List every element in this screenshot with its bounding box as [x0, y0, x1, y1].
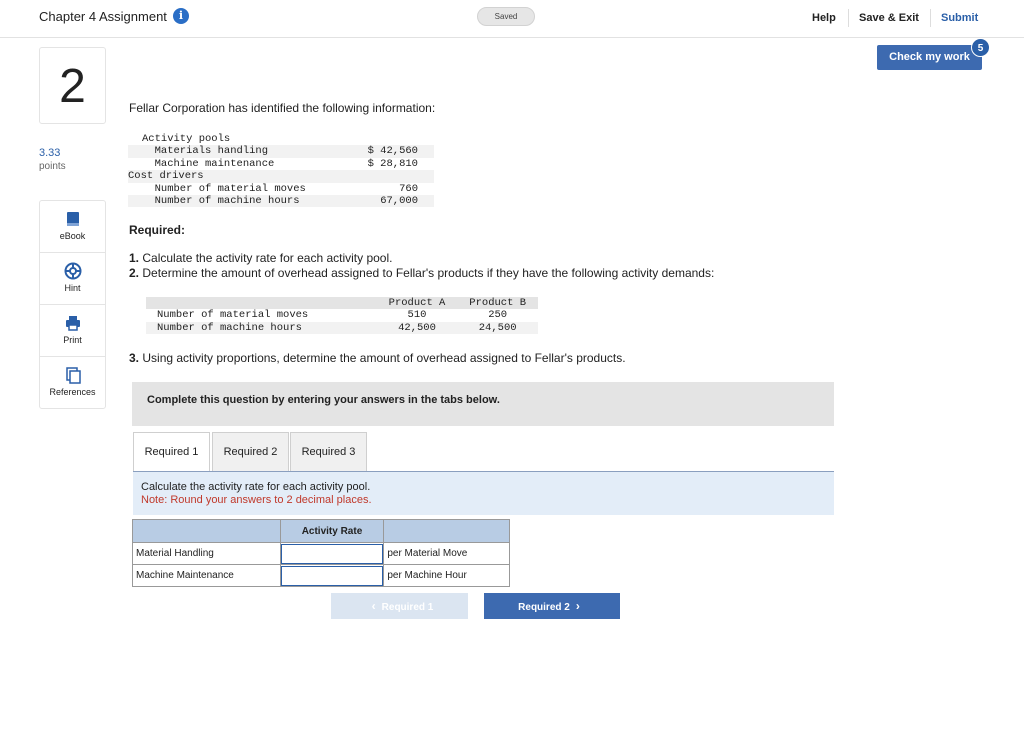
divider — [848, 9, 849, 27]
rounding-note: Note: Round your answers to 2 decimal pl… — [141, 494, 372, 506]
answer-cell — [279, 542, 385, 565]
references-button[interactable]: References — [40, 357, 105, 409]
machine-maintenance-rate-input[interactable] — [280, 565, 384, 586]
tool-panel: eBook Hint Print References — [39, 200, 106, 409]
demand-label: Number of material moves — [157, 309, 309, 322]
rate-unit: per Material Move — [383, 542, 510, 565]
next-required-button[interactable]: Required 2 › — [484, 593, 620, 619]
requirement-number: 2. — [129, 266, 140, 280]
table-row: Machine Maintenance per Machine Hour — [132, 564, 510, 587]
table-row: Activity pools — [128, 133, 434, 145]
submit-link[interactable]: Submit — [941, 12, 978, 24]
table-row: Machine maintenance $ 28,810 — [128, 158, 434, 170]
info-label: Machine maintenance — [142, 157, 275, 170]
table-header-row: Activity Rate — [132, 519, 510, 543]
requirement-3: 3. Using activity proportions, determine… — [129, 351, 626, 365]
saved-status-badge: Saved — [477, 7, 535, 26]
demand-table: Product A Product B Number of material m… — [146, 297, 538, 335]
hint-icon — [64, 262, 81, 280]
empty-header-cell — [132, 519, 281, 543]
points-label: points — [39, 161, 66, 172]
question-number: 2 — [39, 47, 106, 124]
demand-label: Number of machine hours — [146, 321, 377, 335]
instructions-text: Complete this question by entering your … — [147, 394, 500, 406]
info-table: Activity pools Materials handling $ 42,5… — [128, 133, 434, 208]
requirement-number: 1. — [129, 251, 140, 265]
chevron-left-icon: ‹ — [371, 599, 376, 613]
info-label: Number of material moves — [142, 182, 306, 195]
tab-required-2[interactable]: Required 2 — [212, 432, 289, 472]
table-row: Materials handling $ 42,560 — [128, 145, 434, 158]
table-row: Number of machine hours 67,000 — [128, 195, 434, 208]
info-value — [350, 170, 434, 183]
print-button[interactable]: Print — [40, 305, 105, 357]
info-label: Activity pools — [142, 133, 231, 145]
hint-label: Hint — [64, 283, 81, 293]
requirement-text: Determine the amount of overhead assigne… — [142, 266, 715, 280]
question-prompt: Fellar Corporation has identified the fo… — [129, 101, 436, 115]
chevron-right-icon: › — [575, 599, 580, 613]
top-bar: Chapter 4 Assignment i Saved Help Save &… — [0, 0, 1024, 38]
required-heading: Required: — [129, 223, 186, 237]
info-label: Materials handling — [128, 145, 351, 158]
references-icon — [65, 367, 81, 384]
requirement-text: Using activity proportions, determine th… — [142, 351, 626, 365]
material-handling-rate-input[interactable] — [280, 543, 384, 564]
help-link[interactable]: Help — [812, 12, 836, 24]
ebook-button[interactable]: eBook — [40, 201, 105, 253]
answer-table: Activity Rate Material Handling per Mate… — [132, 519, 510, 587]
tab-instruction-panel: Calculate the activity rate for each act… — [133, 472, 834, 515]
info-label: Number of machine hours — [128, 195, 351, 208]
tab-instruction: Calculate the activity rate for each act… — [141, 481, 371, 493]
check-count-badge: 5 — [971, 38, 990, 57]
references-label: References — [49, 387, 96, 397]
table-header-row: Product A Product B — [146, 297, 538, 310]
requirement-number: 3. — [129, 351, 140, 365]
product-a-value: 510 — [407, 309, 427, 322]
requirement-1: 1. Calculate the activity rate for each … — [129, 251, 392, 265]
activity-rate-header: Activity Rate — [279, 519, 385, 543]
ebook-label: eBook — [59, 231, 86, 241]
demand-header: Product A — [376, 297, 458, 310]
row-label: Material Handling — [132, 542, 281, 565]
table-row: Number of material moves 510 250 — [146, 309, 538, 321]
book-icon — [66, 212, 79, 226]
points-value: 3.33 — [39, 147, 61, 159]
save-exit-link[interactable]: Save & Exit — [859, 12, 919, 24]
hint-button[interactable]: Hint — [40, 253, 105, 305]
info-value: $ 42,560 — [350, 145, 434, 158]
print-label: Print — [63, 335, 82, 345]
prev-label: Required 1 — [381, 602, 434, 613]
info-label: Cost drivers — [128, 170, 351, 183]
chapter-title: Chapter 4 Assignment — [39, 9, 167, 24]
rate-unit: per Machine Hour — [383, 564, 510, 587]
tab-required-1[interactable]: Required 1 — [133, 432, 210, 473]
demand-header — [146, 297, 377, 310]
prev-required-button[interactable]: ‹ Required 1 — [331, 593, 468, 619]
info-value: $ 28,810 — [367, 157, 418, 170]
product-b-value: 24,500 — [457, 321, 538, 335]
info-value: 760 — [399, 182, 418, 195]
demand-header: Product B — [457, 297, 538, 310]
product-b-value: 250 — [488, 309, 508, 322]
divider — [930, 9, 931, 27]
instructions-banner: Complete this question by entering your … — [132, 382, 834, 426]
table-row: Cost drivers — [128, 170, 434, 183]
table-row: Number of machine hours 42,500 24,500 — [146, 321, 538, 335]
info-value: 67,000 — [350, 195, 434, 208]
table-row: Number of material moves 760 — [128, 183, 434, 195]
table-row: Material Handling per Material Move — [132, 542, 510, 565]
info-icon[interactable]: i — [173, 8, 189, 24]
row-label: Machine Maintenance — [132, 564, 281, 587]
product-a-value: 42,500 — [376, 321, 458, 335]
check-my-work-button[interactable]: Check my work — [877, 45, 982, 70]
empty-header-cell — [383, 519, 510, 543]
answer-cell — [279, 564, 385, 587]
info-value — [351, 133, 434, 145]
requirement-2: 2. Determine the amount of overhead assi… — [129, 266, 714, 280]
requirement-text: Calculate the activity rate for each act… — [142, 251, 393, 265]
tab-required-3[interactable]: Required 3 — [290, 432, 367, 472]
next-label: Required 2 — [518, 602, 570, 613]
print-icon — [65, 316, 80, 331]
